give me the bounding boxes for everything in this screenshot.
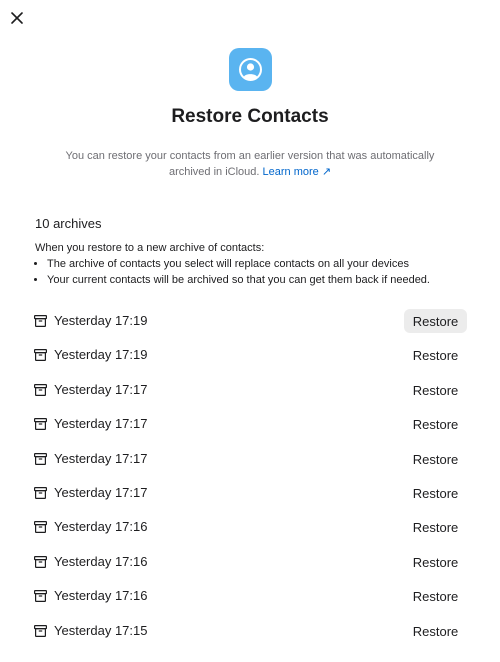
contacts-person-icon: [239, 58, 262, 81]
archive-box-icon: [34, 555, 47, 568]
archive-row: Yesterday 17:19 Restore: [0, 304, 500, 338]
archive-row: Yesterday 17:16 Restore: [0, 579, 500, 613]
restore-button[interactable]: Restore: [404, 619, 467, 643]
archive-box-icon: [34, 486, 47, 499]
restore-info: When you restore to a new archive of con…: [35, 240, 475, 288]
archive-box-icon: [34, 418, 47, 431]
archive-time: Yesterday 17:16: [54, 519, 148, 535]
archive-time: Yesterday 17:16: [54, 553, 148, 569]
restore-button[interactable]: Restore: [404, 343, 467, 367]
archive-time: Yesterday 17:15: [54, 622, 148, 638]
learn-more-link[interactable]: Learn more ↗: [263, 166, 332, 178]
restore-button[interactable]: Restore: [404, 550, 467, 574]
restore-button[interactable]: Restore: [404, 584, 467, 608]
archive-list: Yesterday 17:19 Restore Yesterday 17:19 …: [0, 304, 500, 648]
archive-time: Yesterday 17:17: [54, 416, 148, 432]
archive-box-icon: [34, 624, 47, 637]
restore-button[interactable]: Restore: [404, 309, 467, 333]
restore-button[interactable]: Restore: [404, 447, 467, 471]
archive-time: Yesterday 17:17: [54, 484, 148, 500]
restore-info-list: The archive of contacts you select will …: [35, 256, 475, 288]
archive-row: Yesterday 17:15 Restore: [0, 614, 500, 648]
archive-box-icon: [34, 590, 47, 603]
description-text: You can restore your contacts from an ea…: [65, 150, 435, 178]
archive-time: Yesterday 17:19: [54, 313, 148, 328]
restore-info-bullet: Your current contacts will be archived s…: [47, 272, 475, 288]
archive-time: Yesterday 17:17: [54, 450, 148, 466]
restore-button[interactable]: Restore: [404, 378, 467, 402]
archive-row: Yesterday 17:19 Restore: [0, 338, 500, 372]
restore-info-bullet: The archive of contacts you select will …: [47, 256, 475, 272]
restore-info-heading: When you restore to a new archive of con…: [35, 242, 265, 254]
contacts-app-icon: [229, 48, 272, 91]
archive-box-icon: [34, 521, 47, 534]
dialog-description: You can restore your contacts from an ea…: [45, 148, 455, 180]
restore-button[interactable]: Restore: [404, 481, 467, 505]
archive-row: Yesterday 17:16 Restore: [0, 545, 500, 579]
close-icon: [11, 12, 23, 24]
restore-button[interactable]: Restore: [404, 515, 467, 539]
dialog-title: Restore Contacts: [171, 106, 329, 127]
archive-time: Yesterday 17:17: [54, 381, 148, 397]
archive-box-icon: [34, 315, 47, 327]
archive-box-icon: [34, 383, 47, 396]
archive-row: Yesterday 17:17 Restore: [0, 407, 500, 441]
archive-count: 10 archives: [35, 216, 102, 231]
archive-row: Yesterday 17:17 Restore: [0, 476, 500, 510]
restore-button[interactable]: Restore: [404, 412, 467, 436]
archive-box-icon: [34, 452, 47, 465]
archive-row: Yesterday 17:17 Restore: [0, 442, 500, 476]
archive-time: Yesterday 17:16: [54, 588, 148, 604]
archive-row: Yesterday 17:17 Restore: [0, 373, 500, 407]
archive-time: Yesterday 17:19: [54, 347, 148, 363]
archive-row: Yesterday 17:16 Restore: [0, 510, 500, 544]
archive-box-icon: [34, 349, 47, 362]
close-button[interactable]: [8, 9, 26, 27]
